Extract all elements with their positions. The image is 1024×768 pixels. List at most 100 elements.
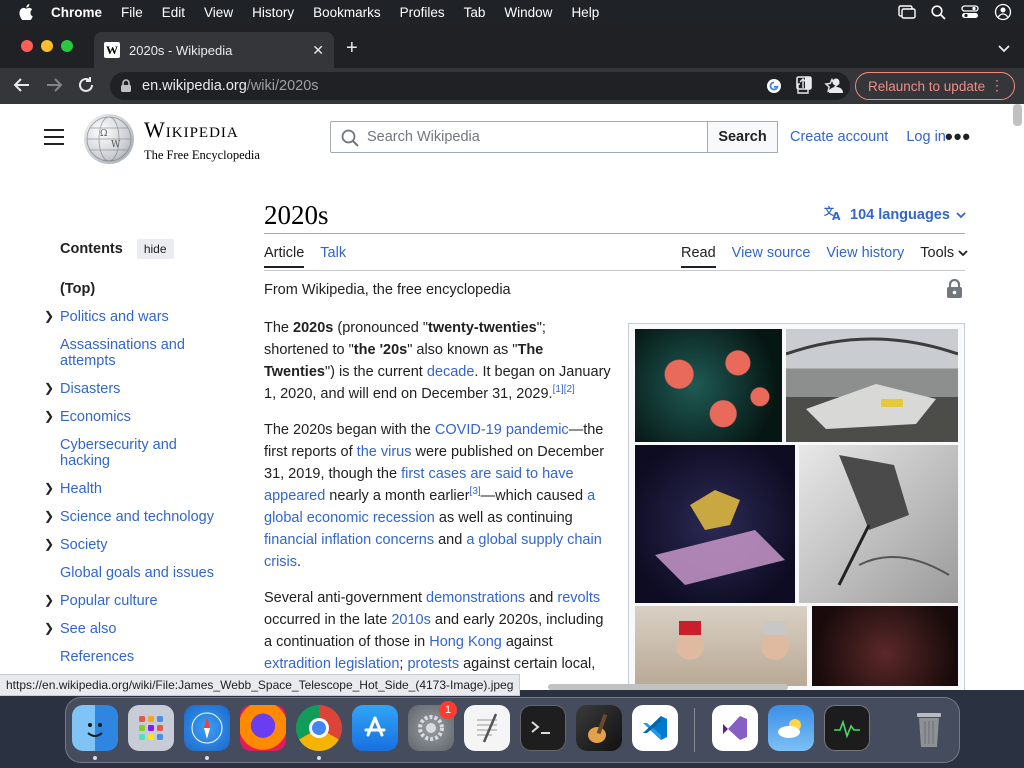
firefox-icon[interactable] xyxy=(240,705,286,751)
create-account-link[interactable]: Create account xyxy=(790,129,888,145)
citation-link[interactable]: [3] xyxy=(470,486,481,497)
toc-expand-chevron-icon[interactable]: ❯ xyxy=(44,408,54,424)
new-tab-icon[interactable]: + xyxy=(346,38,358,58)
launchpad-icon[interactable] xyxy=(128,705,174,751)
toc-expand-chevron-icon[interactable]: ❯ xyxy=(44,380,54,396)
menu-view[interactable]: View xyxy=(204,5,233,20)
tab-wikipedia-2020s[interactable]: W 2020s - Wikipedia ✕ xyxy=(94,32,334,68)
address-bar[interactable]: en.wikipedia.org/wiki/2020s xyxy=(110,72,850,100)
activity-monitor-icon[interactable] xyxy=(824,705,870,751)
minimize-window-button[interactable] xyxy=(41,40,53,52)
toc-item-top[interactable]: (Top) xyxy=(60,281,230,297)
relaunch-to-update-button[interactable]: Relaunch to update ⋮ xyxy=(855,72,1015,100)
forward-arrow-icon[interactable] xyxy=(45,76,63,97)
menu-history[interactable]: History xyxy=(252,5,294,20)
google-lens-icon[interactable] xyxy=(766,78,782,99)
tab-view-source[interactable]: View source xyxy=(732,245,811,268)
menu-file[interactable]: File xyxy=(121,5,143,20)
safari-icon[interactable] xyxy=(184,705,230,751)
menu-app-name[interactable]: Chrome xyxy=(51,5,102,20)
menu-profiles[interactable]: Profiles xyxy=(400,5,445,20)
link-revolts[interactable]: revolts xyxy=(557,590,600,606)
spotlight-search-icon[interactable] xyxy=(931,4,946,20)
tab-search-chevron-icon[interactable] xyxy=(998,40,1010,58)
james-webb-telescope-image[interactable] xyxy=(635,445,795,603)
toc-item-references[interactable]: References xyxy=(60,649,230,665)
user-menu-ellipsis-icon[interactable]: ••• xyxy=(945,124,971,150)
link-the-virus[interactable]: the virus xyxy=(357,444,412,460)
side-panel-icon[interactable] xyxy=(796,76,812,90)
app-store-icon[interactable] xyxy=(352,705,398,751)
main-menu-icon[interactable] xyxy=(44,129,64,150)
user-switcher-icon[interactable] xyxy=(994,3,1012,21)
crowd-aircraft-image[interactable] xyxy=(812,606,958,686)
site-lock-icon[interactable] xyxy=(120,79,132,93)
toc-item-see-also[interactable]: ❯ See also xyxy=(44,621,230,637)
tab-view-history[interactable]: View history xyxy=(826,245,904,268)
link-protests[interactable]: protests xyxy=(407,656,459,672)
visual-studio-icon[interactable] xyxy=(712,705,758,751)
link-decade[interactable]: decade xyxy=(427,364,475,380)
close-window-button[interactable] xyxy=(21,40,33,52)
toc-item-global-goals[interactable]: Global goals and issues xyxy=(60,565,230,581)
zoom-window-button[interactable] xyxy=(61,40,73,52)
vscode-icon[interactable] xyxy=(632,705,678,751)
tab-talk[interactable]: Talk xyxy=(320,245,346,268)
destroyed-aircraft-image[interactable] xyxy=(786,329,958,442)
chrome-icon[interactable] xyxy=(296,705,342,751)
menu-help[interactable]: Help xyxy=(571,5,599,20)
wikipedia-globe-logo-icon[interactable]: ΩW xyxy=(84,114,134,164)
chrome-menu-icon[interactable]: ⋮ xyxy=(990,77,1004,94)
reload-icon[interactable] xyxy=(77,76,95,97)
protection-padlock-icon[interactable] xyxy=(946,278,963,304)
trash-icon[interactable] xyxy=(906,705,952,751)
weather-icon[interactable] xyxy=(768,705,814,751)
tab-close-icon[interactable]: ✕ xyxy=(312,42,324,59)
toc-expand-chevron-icon[interactable]: ❯ xyxy=(44,508,54,524)
toc-item-science[interactable]: ❯ Science and technology xyxy=(44,509,230,525)
link-extradition-legislation[interactable]: extradition legislation xyxy=(264,656,399,672)
tab-read[interactable]: Read xyxy=(681,245,716,268)
language-selector-button[interactable]: 文A 104 languages xyxy=(824,205,966,225)
toc-item-society[interactable]: ❯ Society xyxy=(44,537,230,553)
screen-mirroring-icon[interactable] xyxy=(898,5,916,19)
link-hong-kong[interactable]: Hong Kong xyxy=(429,634,502,650)
tab-article[interactable]: Article xyxy=(264,245,305,268)
finder-icon[interactable] xyxy=(72,705,118,751)
search-button[interactable]: Search xyxy=(707,121,778,153)
tools-menu[interactable]: Tools xyxy=(920,245,968,268)
toc-hide-button[interactable]: hide xyxy=(136,239,174,259)
robot-hand-drawing-image[interactable] xyxy=(799,445,958,603)
toc-expand-chevron-icon[interactable]: ❯ xyxy=(44,620,54,636)
menu-window[interactable]: Window xyxy=(504,5,552,20)
log-in-link[interactable]: Log in xyxy=(906,129,946,145)
garageband-icon[interactable] xyxy=(576,705,622,751)
toc-item-disasters[interactable]: ❯ Disasters xyxy=(44,381,230,397)
toc-expand-chevron-icon[interactable]: ❯ xyxy=(44,480,54,496)
horizontal-scrollbar[interactable] xyxy=(548,684,788,690)
menu-bookmarks[interactable]: Bookmarks xyxy=(313,5,381,20)
wikipedia-wordmark[interactable]: Wikipedia The Free Encyclopedia xyxy=(144,117,266,163)
toc-item-assassinations[interactable]: Assassinations and attempts xyxy=(60,337,230,369)
toc-item-politics[interactable]: ❯ Politics and wars xyxy=(44,309,230,325)
terminal-icon[interactable] xyxy=(520,705,566,751)
toc-expand-chevron-icon[interactable]: ❯ xyxy=(44,536,54,552)
toc-item-health[interactable]: ❯ Health xyxy=(44,481,230,497)
apple-menu-icon[interactable] xyxy=(19,4,35,20)
search-input[interactable]: Search Wikipedia xyxy=(330,121,708,153)
link-demonstrations[interactable]: demonstrations xyxy=(426,590,525,606)
profile-avatar-icon[interactable] xyxy=(827,76,845,94)
citation-link[interactable]: [1][2] xyxy=(553,384,575,395)
link-inflation[interactable]: financial inflation concerns xyxy=(264,532,434,548)
toc-expand-chevron-icon[interactable]: ❯ xyxy=(44,592,54,608)
toc-expand-chevron-icon[interactable]: ❯ xyxy=(44,308,54,324)
back-arrow-icon[interactable] xyxy=(13,76,31,97)
menu-tab[interactable]: Tab xyxy=(464,5,486,20)
coronavirus-image[interactable] xyxy=(635,329,782,442)
control-center-icon[interactable] xyxy=(961,5,979,19)
link-2010s[interactable]: 2010s xyxy=(391,612,431,628)
coronation-image[interactable] xyxy=(635,606,807,686)
menu-edit[interactable]: Edit xyxy=(162,5,185,20)
toc-item-cybersecurity[interactable]: Cybersecurity and hacking xyxy=(60,437,230,469)
toc-item-economics[interactable]: ❯ Economics xyxy=(44,409,230,425)
